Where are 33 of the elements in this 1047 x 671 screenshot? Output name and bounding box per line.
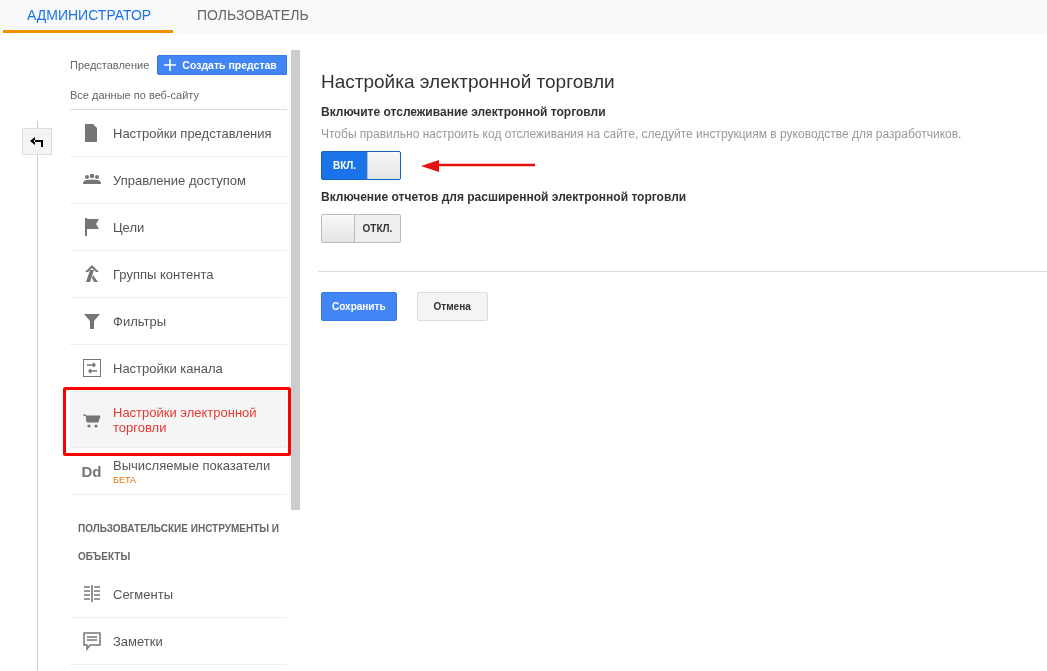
sliders-icon [81, 358, 102, 378]
tab[interactable]: АДМИНИСТРАТОР [3, 0, 173, 33]
sidebar-item[interactable]: Группы контента [70, 251, 287, 298]
metric-icon: Dd [81, 462, 102, 480]
toggle-switch[interactable]: ВКЛ. [321, 151, 401, 180]
notes-icon [81, 631, 102, 651]
sidebar-item[interactable]: Сегменты [70, 571, 287, 618]
setting-hint: Чтобы правильно настроить код отслеживания на сайте, следуйте инструкциям в руководстве для разработчиков. [321, 127, 963, 141]
sidebar-item[interactable]: Цели [70, 204, 287, 251]
cancel-button[interactable]: Отмена [416, 292, 488, 321]
section-heading: ОБЪЕКТЫ [78, 550, 132, 564]
sidebar-item[interactable]: Фильтры [70, 298, 287, 345]
save-button[interactable]: Сохранить [321, 292, 397, 321]
page-title: Настройка электронной торговли [321, 71, 616, 93]
plus-icon [164, 59, 177, 71]
back-button[interactable] [22, 128, 52, 155]
setting-label: Включение отчетов для расширенной электронной торговли [321, 190, 688, 204]
sidebar-item[interactable]: Управление доступом [70, 157, 287, 204]
scrollbar[interactable] [291, 50, 300, 510]
sidebar-item[interactable]: Настройки электронной торговли [70, 392, 287, 448]
filter-icon [81, 311, 102, 331]
beta-label: БЕТА [113, 474, 138, 485]
sidebar-item[interactable]: Настройки представления [70, 110, 287, 157]
setting-label: Включите отслеживание электронной торговли [321, 105, 607, 119]
view-name: Все данные по веб-сайту [70, 75, 287, 110]
create-view-button[interactable]: Создать представ [157, 55, 287, 75]
toggle-switch[interactable]: ОТКЛ. [321, 214, 401, 243]
sidebar-item[interactable]: Заметки [70, 618, 287, 665]
back-arrow-icon [30, 136, 44, 147]
tab[interactable]: ПОЛЬЗОВАТЕЛЬ [173, 0, 333, 33]
section-heading: ПОЛЬЗОВАТЕЛЬСКИЕ ИНСТРУМЕНТЫ И [78, 522, 281, 536]
view-label: Представление [70, 59, 150, 71]
segments-icon [81, 584, 102, 604]
